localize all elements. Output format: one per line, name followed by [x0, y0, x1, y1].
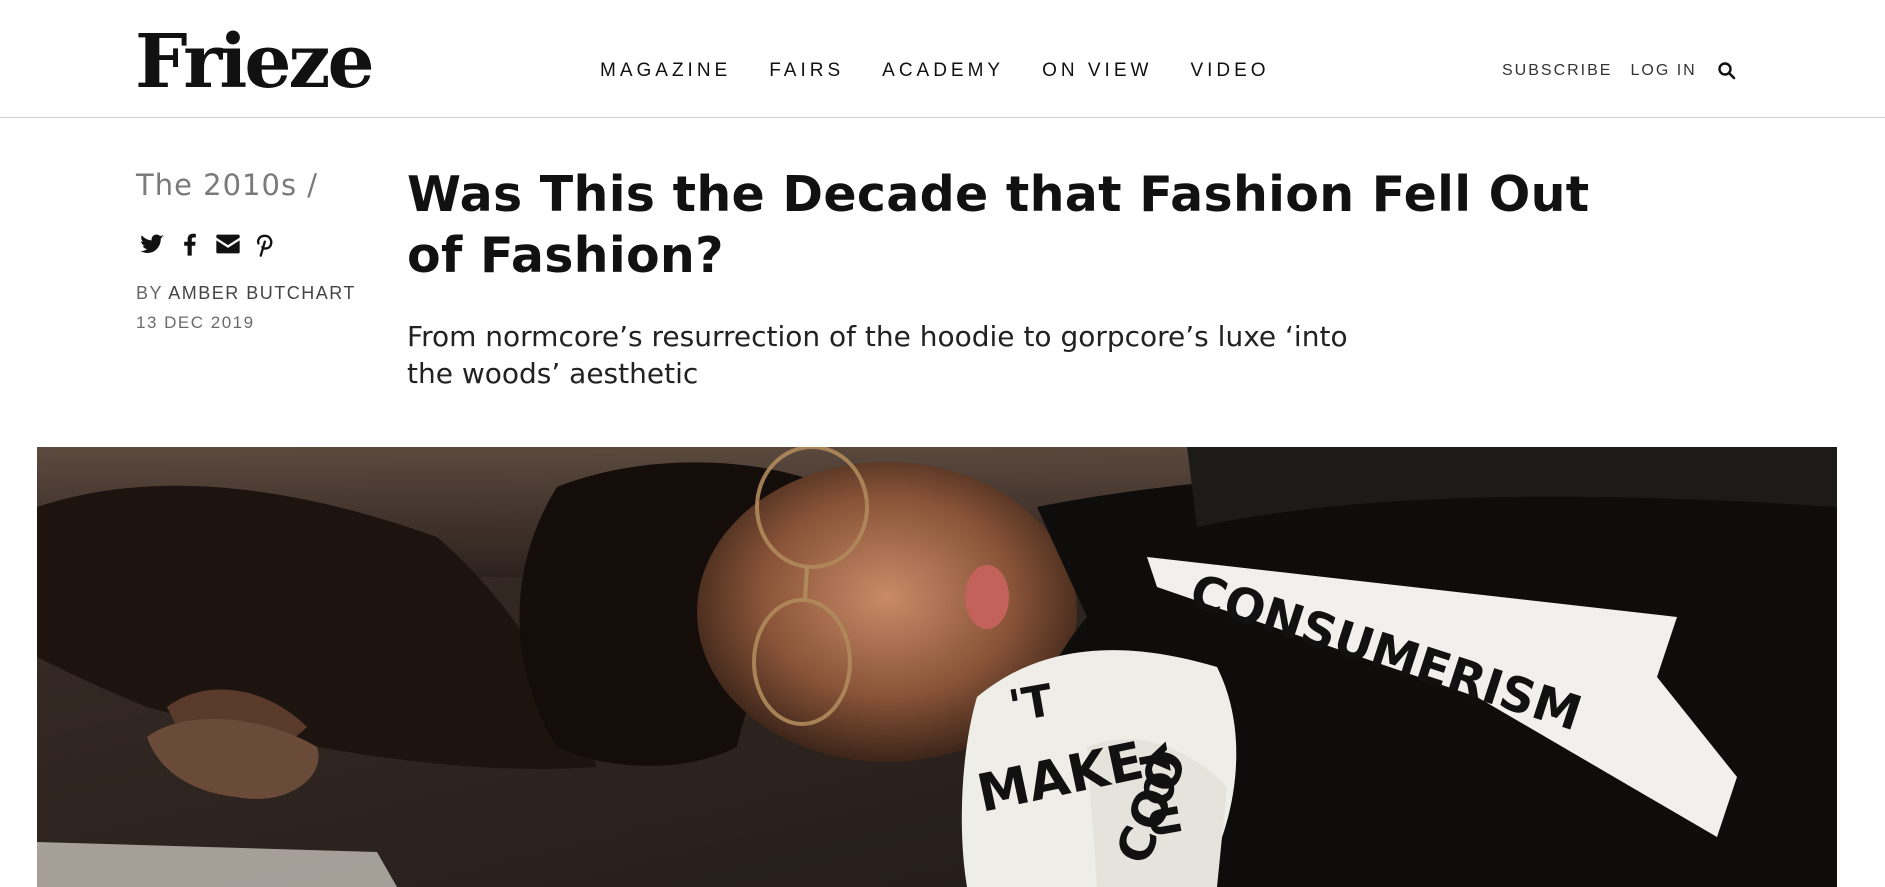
author-link[interactable]: AMBER BUTCHART	[168, 283, 356, 303]
byline: BY AMBER BUTCHART	[136, 283, 356, 304]
frieze-logo[interactable]: Frieze	[135, 22, 375, 102]
twitter-icon[interactable]	[138, 230, 166, 258]
subscribe-link[interactable]: SUBSCRIBE	[1502, 60, 1612, 82]
hero-image: CONSUMERISM MAKE 'T YOU COO	[37, 447, 1837, 887]
byline-prefix: BY	[136, 283, 163, 303]
facebook-icon[interactable]	[176, 230, 204, 258]
article-deck: From normcore’s resurrection of the hood…	[407, 320, 1348, 390]
article-title: Was This the Decade that Fashion Fell Ou…	[407, 166, 1590, 284]
nav-item-on-view[interactable]: ON VIEW	[1042, 58, 1152, 84]
nav-item-magazine[interactable]: MAGAZINE	[600, 58, 731, 84]
pinterest-icon[interactable]	[252, 230, 280, 258]
nav-item-fairs[interactable]: FAIRS	[769, 58, 844, 84]
main-nav: MAGAZINE FAIRS ACADEMY ON VIEW VIDEO	[600, 58, 1308, 84]
email-icon[interactable]	[214, 230, 242, 258]
nav-item-academy[interactable]: ACADEMY	[882, 58, 1004, 84]
section-breadcrumb[interactable]: The 2010s /	[136, 168, 318, 202]
fabric-text-t: 'T	[1005, 675, 1057, 733]
nav-item-video[interactable]: VIDEO	[1190, 58, 1269, 84]
search-icon[interactable]	[1717, 61, 1737, 81]
publish-date: 13 DEC 2019	[136, 313, 255, 332]
login-link[interactable]: LOG IN	[1630, 60, 1696, 82]
header-utilities: SUBSCRIBE LOG IN	[1502, 60, 1737, 82]
share-bar	[138, 230, 280, 258]
site-header: Frieze MAGAZINE FAIRS ACADEMY ON VIEW VI…	[0, 0, 1885, 118]
